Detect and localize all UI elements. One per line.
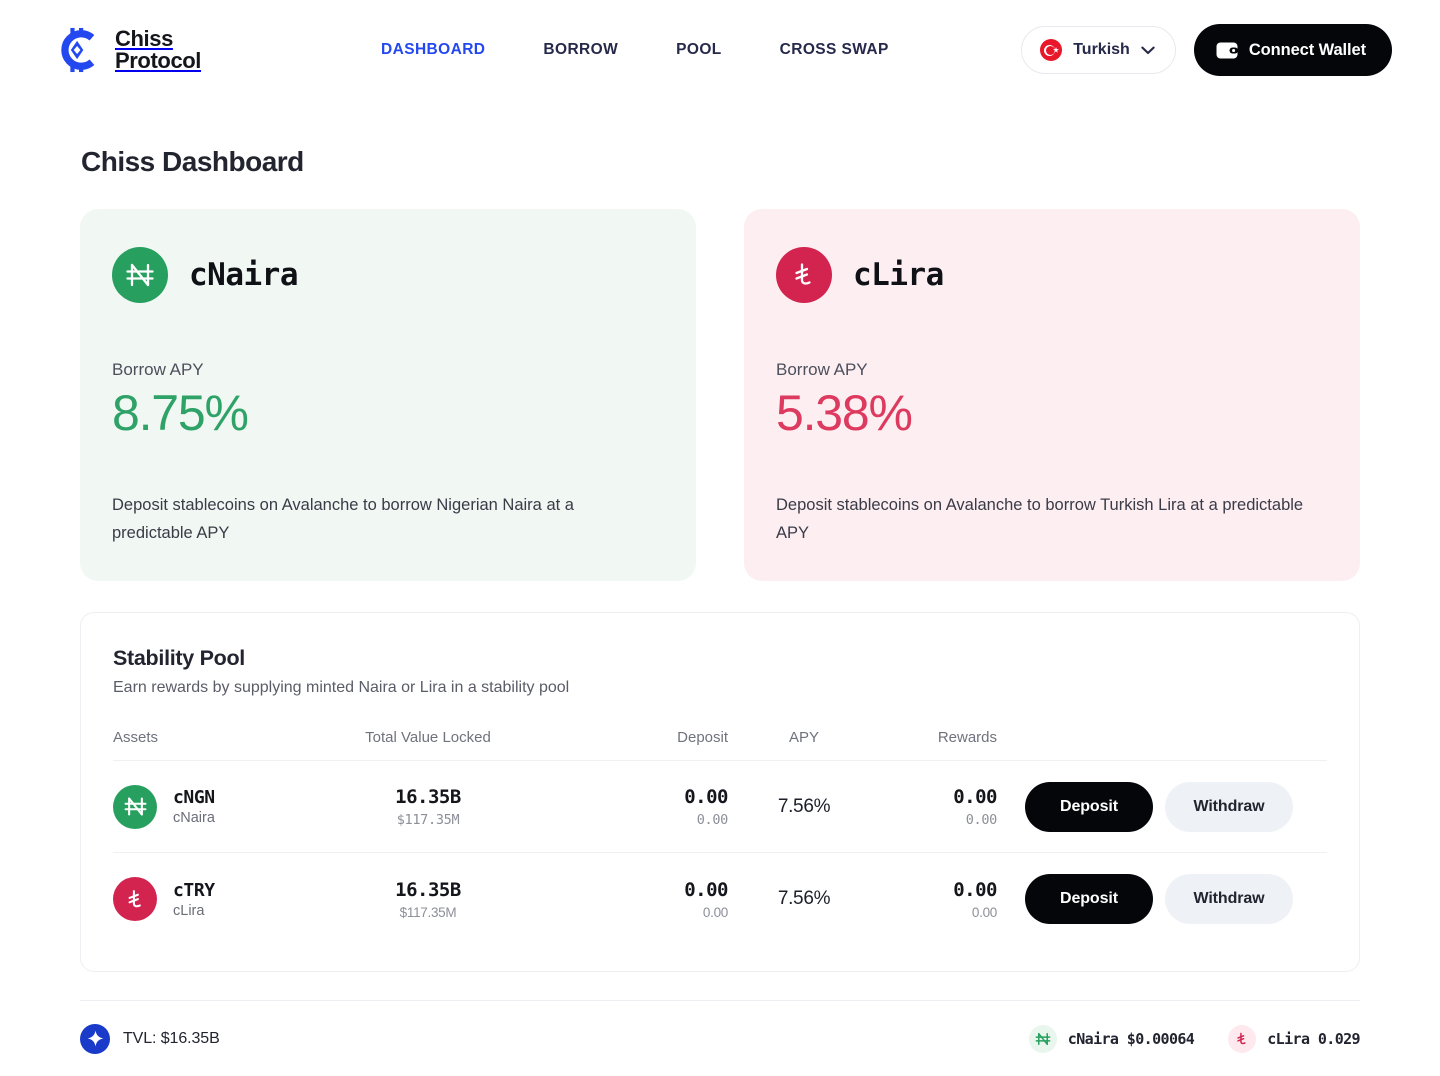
deposit-sub-value: 0.00 [702, 904, 728, 920]
rewards-value: 0.00 [953, 785, 997, 808]
deposit-value: 0.00 [684, 785, 728, 808]
connect-wallet-button[interactable]: Connect Wallet [1193, 24, 1392, 76]
deposit-button[interactable]: Deposit [1025, 874, 1153, 925]
card-description-clira: Deposit stablecoins on Avalanche to borr… [776, 496, 1304, 543]
row-actions: Deposit Withdraw [1025, 874, 1327, 925]
language-label: Turkish [1073, 41, 1130, 58]
ticker-label-clira: cLira 0.029 [1267, 1029, 1360, 1048]
card-title-clira: cLira [853, 257, 944, 293]
chevron-down-icon [1141, 46, 1155, 54]
asset-cards: cNaira Borrow APY 8.75% Deposit stableco… [80, 209, 1360, 582]
naira-symbol-icon [1028, 1024, 1057, 1053]
tvl-usd-value: $117.35M [396, 811, 460, 828]
tvl-usd-value: $117.35M [399, 904, 457, 920]
asset-symbol: cTRY [173, 879, 215, 901]
connect-wallet-label: Connect Wallet [1248, 40, 1366, 59]
lira-symbol-icon [776, 247, 832, 303]
page-title: Chiss Dashboard [81, 146, 304, 177]
nav-item-dashboard[interactable]: DASHBOARD [381, 41, 485, 59]
language-selector[interactable]: Turkish [1021, 26, 1176, 74]
tvl-value: 16.35B [395, 878, 461, 901]
row-actions: Deposit Withdraw [1025, 781, 1327, 832]
stability-pool-panel: Stability Pool Earn rewards by supplying… [80, 612, 1360, 973]
cell-tvl: 16.35B $117.35M [303, 879, 553, 920]
withdraw-button[interactable]: Withdraw [1165, 781, 1293, 832]
asset-cell-cngn: cNGN cNaira [113, 784, 303, 829]
cell-apy: 7.56% [777, 795, 831, 817]
card-clira[interactable]: cLira Borrow APY 5.38% Deposit stablecoi… [744, 209, 1360, 582]
nav-item-pool[interactable]: POOL [676, 41, 722, 59]
main-content: Chiss Dashboard cNaira Borrow APY 8.75% … [0, 146, 1440, 973]
lira-symbol-icon [113, 877, 157, 922]
brand-name: Chiss Protocol [115, 25, 202, 73]
nav-item-cross-swap[interactable]: CROSS SWAP [780, 41, 889, 59]
tvl-text: TVL: $16.35B [123, 1029, 220, 1047]
borrow-apy-label: Borrow APY [112, 360, 204, 379]
asset-name: cNaira [173, 810, 215, 827]
stability-pool-title: Stability Pool [113, 646, 245, 671]
header-actions: Turkish Connect Wallet [1021, 24, 1392, 76]
asset-labels: cNGN cNaira [173, 787, 215, 826]
naira-symbol-icon [112, 247, 168, 303]
brand-logo[interactable]: Chiss Protocol [56, 27, 201, 73]
lira-symbol-icon [1228, 1024, 1257, 1053]
chiss-logo-icon [56, 27, 102, 73]
column-header-deposit: Deposit [677, 729, 728, 747]
tvl-value: 16.35B [395, 785, 461, 808]
deposit-value: 0.00 [684, 878, 728, 901]
column-header-rewards: Rewards [937, 729, 997, 747]
asset-name: cLira [173, 902, 205, 919]
dashboard-page: Chiss Protocol DASHBOARD BORROW POOL CRO… [0, 0, 1440, 1076]
diamond-star-icon [80, 1023, 110, 1054]
borrow-apy-label: Borrow APY [776, 360, 868, 379]
cell-deposit: 0.00 0.00 [553, 786, 738, 828]
borrow-apy-value-cnaira: 8.75% [112, 385, 249, 441]
deposit-sub-value: 0.00 [696, 811, 729, 828]
cell-deposit: 0.00 0.00 [553, 879, 738, 920]
withdraw-button[interactable]: Withdraw [1165, 874, 1293, 925]
deposit-button[interactable]: Deposit [1025, 781, 1153, 832]
footer-tickers: cNaira $0.00064 cLira 0.029 [1028, 1024, 1361, 1053]
main-nav: DASHBOARD BORROW POOL CROSS SWAP [381, 41, 889, 59]
ticker-clira: cLira 0.029 [1228, 1024, 1361, 1053]
column-header-tvl: Total Value Locked [365, 729, 491, 747]
app-header: Chiss Protocol DASHBOARD BORROW POOL CRO… [0, 0, 1440, 100]
rewards-value: 0.00 [953, 878, 997, 901]
cell-rewards: 0.00 0.00 [870, 879, 1025, 920]
card-cnaira[interactable]: cNaira Borrow APY 8.75% Deposit stableco… [80, 209, 696, 582]
rewards-sub-value: 0.00 [965, 811, 998, 828]
card-header: cLira [776, 247, 1328, 303]
wallet-icon [1216, 42, 1238, 58]
footer-tvl: TVL: $16.35B [80, 1023, 220, 1054]
asset-labels: cTRY cLira [173, 880, 215, 919]
brand-line-1: Chiss [115, 25, 173, 51]
card-title-cnaira: cNaira [189, 257, 298, 293]
rewards-sub-value: 0.00 [971, 904, 997, 920]
naira-symbol-icon [113, 784, 157, 829]
cell-tvl: 16.35B $117.35M [303, 786, 553, 828]
app-footer: TVL: $16.35B cNaira $0.00064 cLira 0.029 [80, 1000, 1361, 1076]
asset-cell-ctry: cTRY cLira [113, 877, 303, 922]
borrow-apy-value-clira: 5.38% [776, 385, 913, 441]
table-header-row: Assets Total Value Locked Deposit APY Re… [113, 729, 1327, 762]
cell-rewards: 0.00 0.00 [870, 786, 1025, 828]
turkish-flag-icon [1040, 39, 1063, 61]
column-header-assets: Assets [113, 729, 159, 747]
stability-pool-table: Assets Total Value Locked Deposit APY Re… [113, 729, 1327, 945]
nav-item-borrow[interactable]: BORROW [543, 41, 618, 59]
column-header-apy: APY [788, 729, 819, 747]
ticker-label-cnaira: cNaira $0.00064 [1067, 1029, 1195, 1048]
table-row: cNGN cNaira 16.35B $117.35M 0.00 0.00 7.… [113, 761, 1327, 854]
stability-pool-subtitle: Earn rewards by supplying minted Naira o… [113, 679, 570, 697]
cell-apy: 7.56% [777, 888, 831, 910]
card-description-cnaira: Deposit stablecoins on Avalanche to borr… [112, 496, 574, 543]
card-header: cNaira [112, 247, 664, 303]
table-row: cTRY cLira 16.35B $117.35M 0.00 0.00 7.5… [113, 853, 1327, 945]
asset-symbol: cNGN [173, 787, 215, 809]
brand-line-2: Protocol [115, 48, 202, 73]
ticker-cnaira: cNaira $0.00064 [1028, 1024, 1195, 1053]
